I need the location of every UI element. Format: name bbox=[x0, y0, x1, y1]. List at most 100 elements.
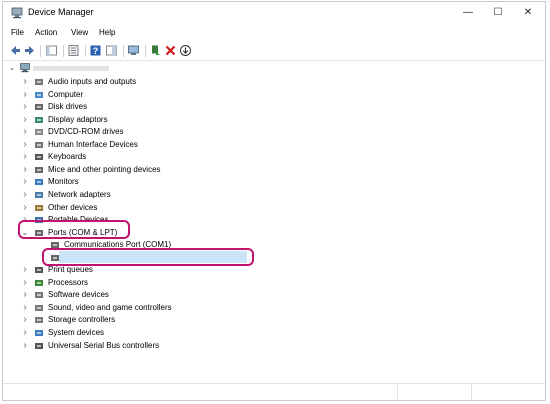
status-bar bbox=[3, 383, 545, 400]
tree-category-label: Processors bbox=[48, 278, 89, 287]
display-adapter-icon bbox=[35, 117, 43, 123]
menu-bar: File Action View Help bbox=[3, 26, 545, 42]
yaesu-device-highlight bbox=[42, 248, 254, 266]
menu-help[interactable]: Help bbox=[99, 28, 115, 37]
chevron-right-icon[interactable]: › bbox=[21, 114, 29, 126]
toolbar-separator bbox=[40, 45, 41, 57]
update-driver-icon[interactable] bbox=[149, 44, 162, 57]
toolbar-separator bbox=[85, 45, 86, 57]
processor-icon bbox=[35, 280, 43, 286]
chevron-right-icon[interactable]: › bbox=[21, 89, 29, 101]
toolbar-separator bbox=[145, 45, 146, 57]
tree-category-label: Software devices bbox=[48, 290, 109, 299]
forward-arrow-icon[interactable] bbox=[23, 44, 36, 57]
chevron-right-icon[interactable]: › bbox=[21, 139, 29, 151]
tree-root-computer[interactable]: ⌄ bbox=[3, 62, 203, 74]
tree-category[interactable]: › Keyboards bbox=[3, 151, 303, 163]
toolbar-separator bbox=[63, 45, 64, 57]
tree-category-label: Sound, video and game controllers bbox=[48, 303, 172, 312]
tree-category[interactable]: › Processors bbox=[3, 277, 303, 289]
tree-category-label: DVD/CD-ROM drives bbox=[48, 127, 124, 136]
chevron-right-icon[interactable]: › bbox=[21, 76, 29, 88]
action-view-icon[interactable] bbox=[105, 44, 118, 57]
disk-drive-icon bbox=[35, 104, 43, 110]
tree-category[interactable]: › System devices bbox=[3, 327, 303, 339]
tree-category-label: Keyboards bbox=[48, 152, 87, 161]
software-device-icon bbox=[35, 292, 43, 298]
keyboard-icon bbox=[35, 154, 43, 160]
tree-category-label: Other devices bbox=[48, 203, 98, 212]
maximize-button[interactable]: ☐ bbox=[483, 4, 513, 22]
menu-action[interactable]: Action bbox=[35, 28, 57, 37]
computer-name-redacted bbox=[33, 66, 109, 71]
chevron-right-icon[interactable]: › bbox=[21, 164, 29, 176]
tree-category[interactable]: › Monitors bbox=[3, 176, 303, 188]
status-separator bbox=[397, 384, 398, 400]
tree-category-label: Disk drives bbox=[48, 102, 88, 111]
status-separator bbox=[471, 384, 472, 400]
tree-category-label: Storage controllers bbox=[48, 315, 116, 324]
uninstall-device-icon[interactable] bbox=[164, 44, 177, 57]
chevron-right-icon[interactable]: › bbox=[21, 314, 29, 326]
properties-icon[interactable] bbox=[67, 44, 80, 57]
tree-category-label: Monitors bbox=[48, 177, 79, 186]
help-icon[interactable]: ? bbox=[89, 44, 102, 57]
chevron-right-icon[interactable]: › bbox=[21, 277, 29, 289]
tree-category[interactable]: › Sound, video and game controllers bbox=[3, 302, 303, 314]
tree-category[interactable]: › Mice and other pointing devices bbox=[3, 164, 303, 176]
tree-category-label: Computer bbox=[48, 90, 84, 99]
menu-view[interactable]: View bbox=[71, 28, 88, 37]
menu-file[interactable]: File bbox=[11, 28, 24, 37]
window-title: Device Manager bbox=[28, 7, 94, 17]
scan-hardware-icon[interactable] bbox=[127, 44, 140, 57]
minimize-button[interactable]: — bbox=[453, 4, 483, 22]
device-manager-window: Device Manager — ☐ ✕ File Action View He… bbox=[2, 1, 546, 401]
hid-icon bbox=[35, 142, 43, 148]
chevron-right-icon[interactable]: › bbox=[21, 327, 29, 339]
chevron-down-icon[interactable]: ⌄ bbox=[8, 62, 16, 74]
tree-category[interactable]: › Storage controllers bbox=[3, 314, 303, 326]
chevron-right-icon[interactable]: › bbox=[21, 340, 29, 352]
tree-category[interactable]: › Disk drives bbox=[3, 101, 303, 113]
tree-category-label: Universal Serial Bus controllers bbox=[48, 341, 160, 350]
svg-text:?: ? bbox=[93, 46, 99, 56]
other-device-icon bbox=[35, 205, 43, 211]
tree-category-label: System devices bbox=[48, 328, 105, 337]
ports-highlight bbox=[18, 220, 130, 239]
tree-category[interactable]: › Display adaptors bbox=[3, 114, 303, 126]
toolbar-separator bbox=[123, 45, 124, 57]
title-bar: Device Manager — ☐ ✕ bbox=[3, 2, 545, 24]
chevron-right-icon[interactable]: › bbox=[21, 126, 29, 138]
chevron-right-icon[interactable]: › bbox=[21, 151, 29, 163]
tree-category-label: Audio inputs and outputs bbox=[48, 77, 137, 86]
storage-icon bbox=[35, 317, 43, 323]
chevron-right-icon[interactable]: › bbox=[21, 176, 29, 188]
tree-category[interactable]: › Computer bbox=[3, 89, 303, 101]
chevron-right-icon[interactable]: › bbox=[21, 202, 29, 214]
tree-category[interactable]: › Human Interface Devices bbox=[3, 139, 303, 151]
show-hide-tree-icon[interactable] bbox=[45, 44, 58, 57]
chevron-right-icon[interactable]: › bbox=[21, 264, 29, 276]
tree-category-label: Human Interface Devices bbox=[48, 140, 138, 149]
tree-category[interactable]: › Audio inputs and outputs bbox=[3, 76, 303, 88]
tree-category[interactable]: › Network adapters bbox=[3, 189, 303, 201]
printer-icon bbox=[35, 267, 43, 273]
network-adapter-icon bbox=[35, 192, 43, 198]
tree-category[interactable]: › Universal Serial Bus controllers bbox=[3, 340, 303, 352]
chevron-right-icon[interactable]: › bbox=[21, 101, 29, 113]
tree-category[interactable]: › Software devices bbox=[3, 289, 303, 301]
chevron-right-icon[interactable]: › bbox=[21, 189, 29, 201]
toolbar: ? bbox=[3, 42, 545, 61]
usb-icon bbox=[35, 343, 43, 349]
close-button[interactable]: ✕ bbox=[513, 4, 543, 22]
back-arrow-icon[interactable] bbox=[9, 44, 22, 57]
chevron-right-icon[interactable]: › bbox=[21, 289, 29, 301]
speaker-icon bbox=[35, 79, 43, 85]
tree-category[interactable]: › DVD/CD-ROM drives bbox=[3, 126, 303, 138]
chevron-right-icon[interactable]: › bbox=[21, 302, 29, 314]
disable-device-icon[interactable] bbox=[179, 44, 192, 57]
tree-category-label: Display adaptors bbox=[48, 115, 108, 124]
tree-category-label: Mice and other pointing devices bbox=[48, 165, 161, 174]
tree-category[interactable]: › Other devices bbox=[3, 202, 303, 214]
sound-icon bbox=[35, 305, 43, 311]
